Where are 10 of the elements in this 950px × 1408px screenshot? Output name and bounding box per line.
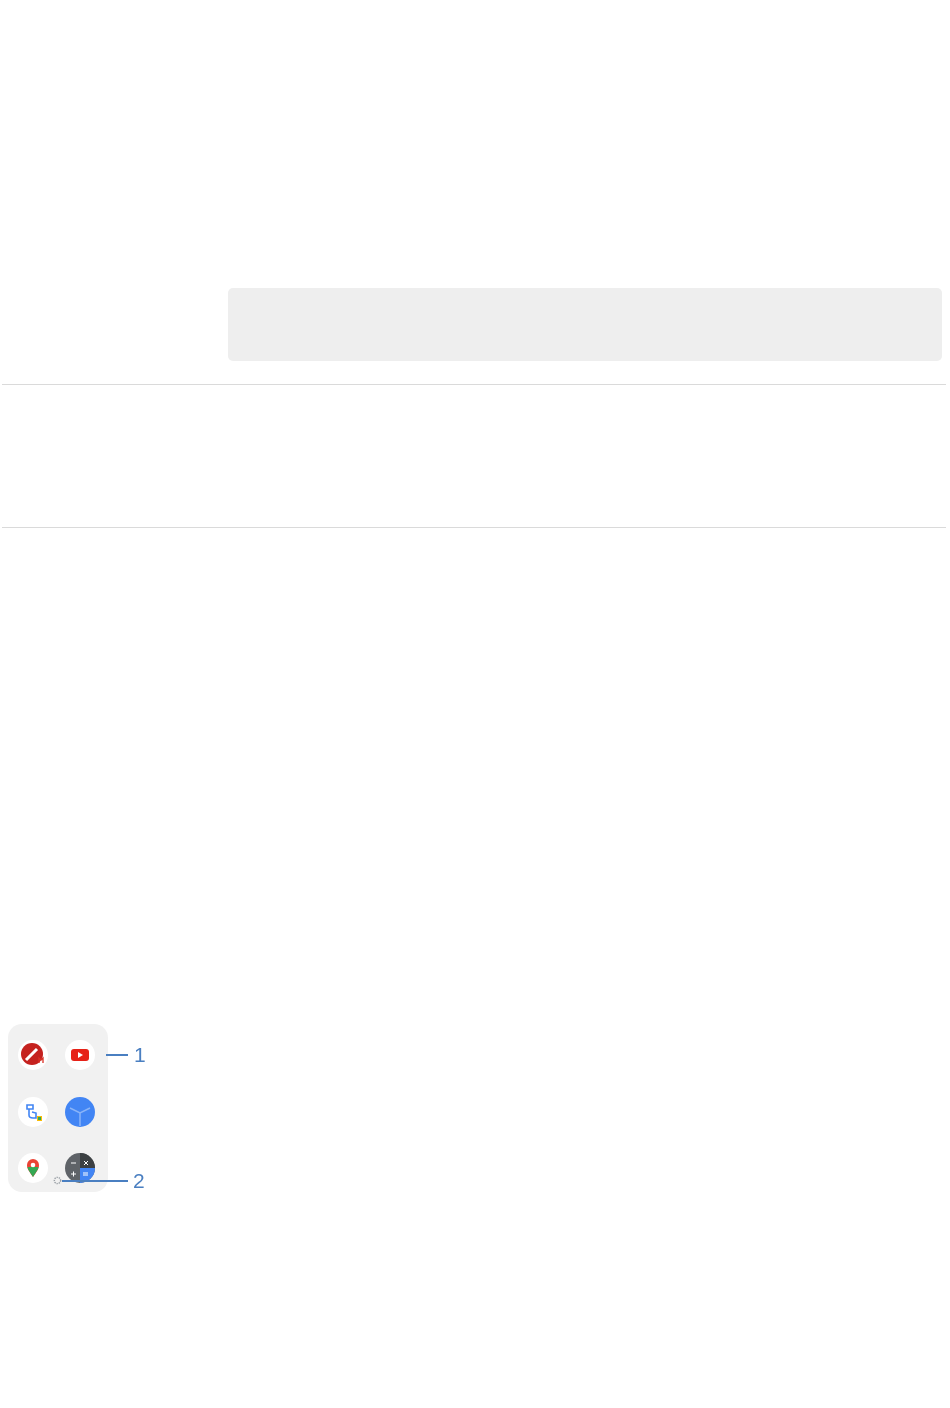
calculator-icon[interactable] bbox=[64, 1152, 96, 1185]
callout-number: 1 bbox=[134, 1043, 146, 1067]
clock-icon[interactable] bbox=[64, 1095, 96, 1128]
play-icon[interactable] bbox=[64, 1039, 96, 1071]
pencil-icon[interactable] bbox=[17, 1039, 49, 1071]
callout-number: 2 bbox=[133, 1169, 145, 1193]
map-pin-icon[interactable] bbox=[17, 1152, 49, 1185]
leader-line bbox=[62, 1179, 128, 1183]
leader-line bbox=[106, 1053, 128, 1057]
settings-icon[interactable] bbox=[53, 1176, 62, 1185]
